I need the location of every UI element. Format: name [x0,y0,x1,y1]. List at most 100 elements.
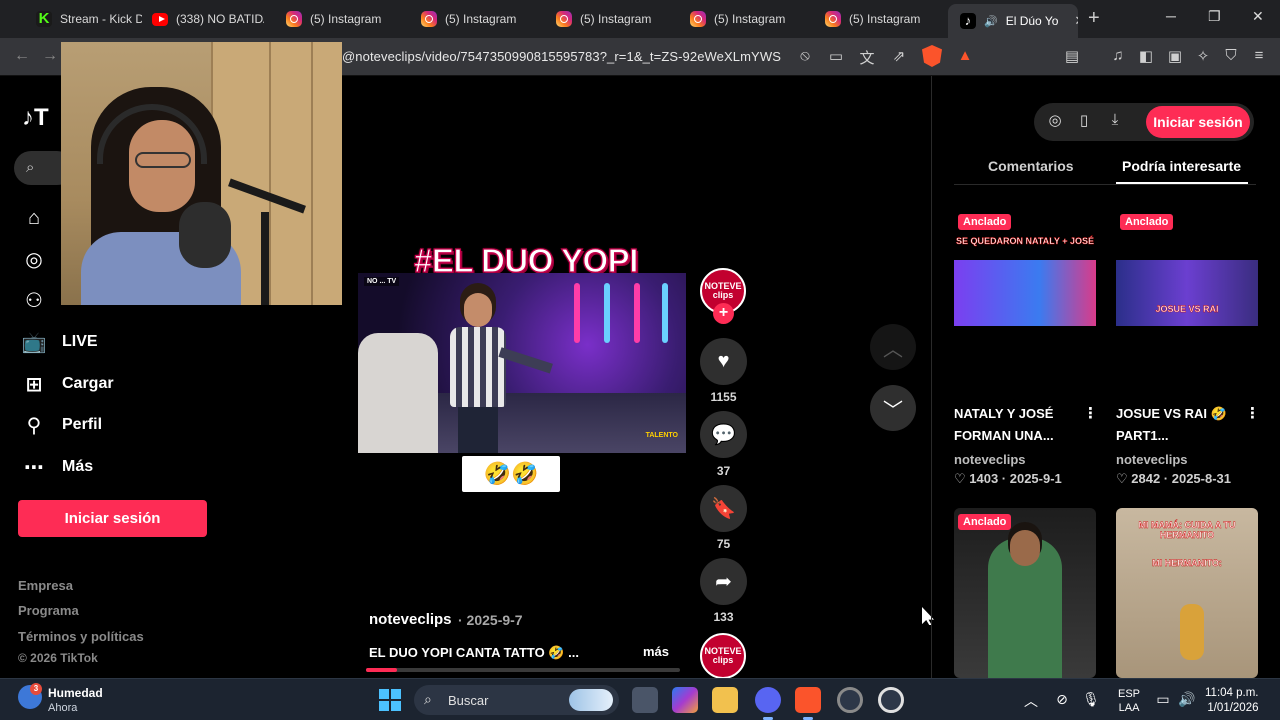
address-bar-url[interactable]: @noteveclips/video/7547350990815595783?_… [342,49,781,64]
see-more-link[interactable]: más [643,644,669,659]
recommended-video-card[interactable]: MI MAMÁ: CUIDA A TU HERMANITO MI HERMANI… [1116,508,1258,678]
tab-recommended[interactable]: Podría interesarte [1122,158,1241,174]
card-author[interactable]: noteveclips [1116,452,1188,467]
save-button[interactable]: 🔖 [700,485,747,532]
cast-icon[interactable]: ▭ [826,47,846,65]
back-arrow-icon[interactable]: ← [14,47,30,65]
card-title[interactable]: JOSUE VS RAI 🤣 PART1... [1116,403,1246,447]
card-author[interactable]: noteveclips [954,452,1026,467]
task-view-icon[interactable] [632,687,658,713]
share-icon[interactable]: ⇗ [889,47,909,65]
no-network-icon[interactable]: ⊘ [1053,691,1071,708]
tab-instagram-4[interactable]: (5) Instagram [678,5,802,33]
tab-kick-stream[interactable]: K Stream - Kick Das [24,5,142,33]
close-window-icon[interactable]: ✕ [1252,8,1264,25]
sidebar-item-upload[interactable]: ⊞ Cargar [22,372,114,396]
wallet-icon[interactable]: ▣ [1165,47,1185,65]
mobile-app-icon[interactable]: ▯ [1074,111,1094,129]
microphone-icon[interactable]: 🎙 [1082,691,1100,708]
sidebar-item-explore[interactable]: ◎ [22,247,46,271]
sidebar-item-more[interactable]: ⋯ Más [22,455,93,479]
video-frame[interactable]: NO ... TV TALENTO [358,273,686,453]
start-tile [379,689,389,699]
brave-shield-icon[interactable] [922,45,942,67]
sidebar-item-profile[interactable]: ⚲ Perfil [22,413,102,437]
compass-icon[interactable]: ◎ [1045,111,1065,129]
like-button[interactable]: ♥ [700,338,747,385]
recommended-video-card[interactable]: Anclado JOSUE VS RAI [1116,208,1258,378]
sidebar-item-live[interactable]: 📺 LIVE [22,330,98,354]
sidebar-toggle-icon[interactable]: ◧ [1136,47,1156,65]
video-performer-shirt [450,327,506,407]
chevron-up-icon[interactable]: ︿ [1022,691,1040,711]
no-tracking-icon[interactable]: ⦸ [795,47,815,64]
next-video-button[interactable]: ﹀ [870,385,916,431]
card-title[interactable]: NATALY Y JOSÉ FORMAN UNA... [954,403,1084,447]
follow-plus-icon[interactable]: + [713,303,734,324]
comment-button[interactable]: 💬 [700,411,747,458]
comment-icon: 💬 [711,424,736,446]
file-explorer-icon[interactable] [712,687,738,713]
network-icon[interactable]: ▭ [1154,691,1172,708]
share-button[interactable]: ➦ [700,558,747,605]
footer-link-terms[interactable]: Términos y políticas [18,629,144,644]
weather-badge: 3 [30,683,42,695]
vpn-shield-icon[interactable]: ⛉ [1221,47,1241,64]
upload-plus-icon: ⊞ [25,373,43,396]
more-vertical-icon[interactable]: ⋮ [1245,404,1260,422]
sidebar-item-following[interactable]: ⚇ [22,288,46,312]
tiktok-logo[interactable]: ♪T [22,104,49,132]
search-icon: ⌕ [424,691,432,707]
windows-start-icon[interactable] [379,689,401,711]
obs-icon[interactable] [837,687,863,713]
microsoft-365-icon[interactable] [672,687,698,713]
login-button-header[interactable]: Iniciar sesión [1146,106,1250,138]
footer-link-program[interactable]: Programa [18,603,79,618]
pinned-badge: Anclado [1120,214,1174,230]
thumbnail-overlay-text: JOSUE VS RAI [1155,304,1219,314]
volume-icon[interactable]: 🔊 [1178,691,1196,708]
app-icon[interactable] [878,687,904,713]
video-stage-light [574,283,580,343]
download-icon[interactable]: ⤓ [1105,111,1125,128]
start-tile [391,689,401,699]
language-indicator[interactable]: ESP LAA [1118,687,1140,715]
recommended-video-card[interactable]: Anclado SE QUEDARON NATALY + JOSÉ [954,208,1096,378]
previous-video-button[interactable]: ︿ [870,324,916,370]
tab-label: Stream - Kick Das [60,12,142,26]
following-icon: ⚇ [25,289,43,312]
tab-instagram-3[interactable]: (5) Instagram [544,5,668,33]
reader-mode-icon[interactable]: ▤ [1062,47,1082,65]
video-progress-bar[interactable] [366,668,680,672]
brave-rewards-icon[interactable]: ▲ [955,47,975,64]
forward-arrow-icon[interactable]: → [42,47,58,65]
more-vertical-icon[interactable]: ⋮ [1083,404,1098,422]
tab-tiktok-active[interactable]: ♪ 🔊 El Dúo Yo ✕ [948,4,1078,38]
tab-instagram-1[interactable]: (5) Instagram [274,5,398,33]
video-author[interactable]: noteveclips [369,611,452,628]
sidebar-item-home[interactable]: ⌂ [22,206,46,230]
recommended-video-card[interactable]: Anclado [954,508,1096,678]
pinned-badge: Anclado [958,214,1012,230]
discord-icon[interactable] [755,687,781,720]
minimize-icon[interactable]: ─ [1166,8,1176,24]
tab-youtube[interactable]: (338) NO BATIDÃ [140,5,264,33]
media-icon[interactable]: ♫ [1108,47,1128,64]
sound-avatar[interactable]: NOTEVE clips [700,633,746,679]
close-icon[interactable]: ✕ [1074,13,1078,29]
leo-ai-icon[interactable]: ✧ [1193,47,1213,65]
footer-link-company[interactable]: Empresa [18,578,73,593]
taskbar-search[interactable]: ⌕ Buscar [414,685,619,715]
maximize-icon[interactable]: ❐ [1208,8,1221,25]
weather-title[interactable]: Humedad [48,686,103,700]
login-button-sidebar[interactable]: Iniciar sesión [18,500,207,537]
menu-icon[interactable]: ≡ [1249,47,1269,64]
youtube-icon [152,12,168,26]
brave-browser-icon[interactable] [795,687,821,720]
new-tab-icon[interactable]: + [1088,7,1100,30]
tab-comments[interactable]: Comentarios [988,158,1074,174]
system-clock[interactable]: 11:04 p.m. 1/01/2026 [1205,686,1259,716]
tab-instagram-5[interactable]: (5) Instagram [813,5,937,33]
tab-instagram-2[interactable]: (5) Instagram [409,5,533,33]
translate-icon[interactable]: 文 [857,47,877,68]
